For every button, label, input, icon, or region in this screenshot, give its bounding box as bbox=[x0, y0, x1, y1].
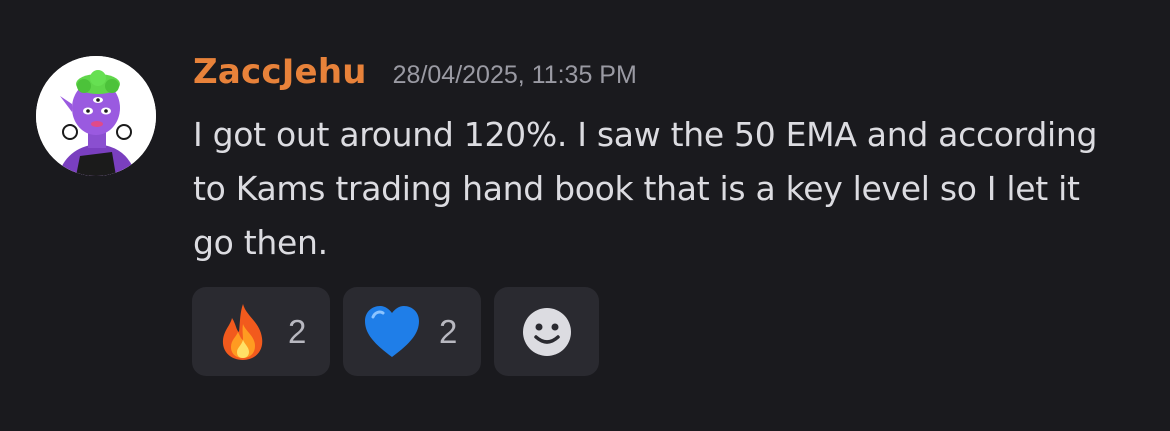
reaction-fire[interactable]: 2 bbox=[192, 287, 330, 376]
user-avatar[interactable] bbox=[36, 56, 156, 176]
avatar-illustration-icon bbox=[36, 56, 156, 176]
message-header: ZaccJehu 28/04/2025, 11:35 PM bbox=[193, 52, 637, 92]
message-text: I got out around 120%. I saw the 50 EMA … bbox=[193, 115, 1098, 262]
reaction-bar: 2 2 bbox=[192, 287, 599, 376]
blue-heart-emoji-icon bbox=[363, 305, 421, 359]
username[interactable]: ZaccJehu bbox=[193, 52, 367, 92]
reaction-count: 2 bbox=[439, 312, 458, 350]
smiley-face-icon bbox=[522, 307, 572, 357]
add-reaction-button[interactable] bbox=[494, 287, 599, 376]
message-timestamp: 28/04/2025, 11:35 PM bbox=[392, 61, 637, 89]
chat-message: ZaccJehu 28/04/2025, 11:35 PM I got out … bbox=[0, 0, 1170, 431]
reaction-count: 2 bbox=[288, 312, 307, 350]
fire-emoji-icon bbox=[216, 302, 270, 362]
reaction-blue-heart[interactable]: 2 bbox=[343, 287, 481, 376]
